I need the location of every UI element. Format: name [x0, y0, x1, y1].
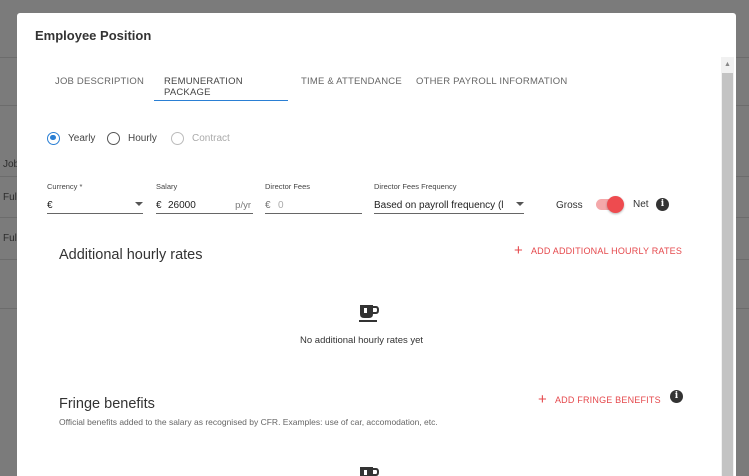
tab-label: REMUNERATION PACKAGE	[164, 76, 243, 98]
director-fees-frequency-select[interactable]: Based on payroll frequency (l	[374, 196, 524, 214]
currency-select[interactable]: €	[47, 196, 143, 214]
director-fees-frequency-value: Based on payroll frequency (l	[374, 200, 504, 211]
radio-label: Hourly	[128, 132, 157, 144]
tab-remuneration-package[interactable]: REMUNERATION PACKAGE	[154, 73, 288, 101]
gross-net-toggle-group: Gross	[556, 197, 583, 213]
radio-contract: Contract	[171, 131, 230, 145]
radio-button-icon	[107, 131, 120, 145]
net-label: Net	[633, 199, 649, 210]
radio-label: Yearly	[68, 132, 96, 144]
director-fees-placeholder: 0	[278, 200, 284, 211]
additional-hourly-rates-title: Additional hourly rates	[59, 247, 203, 263]
scrollbar-thumb[interactable]	[722, 73, 733, 476]
salary-value: 26000	[168, 200, 196, 211]
salary-currency-prefix: €	[156, 200, 162, 211]
info-icon[interactable]: i	[670, 390, 683, 403]
coffee-cup-icon	[360, 467, 380, 476]
salary-label: Salary	[156, 182, 178, 191]
radio-yearly[interactable]: Yearly	[47, 131, 95, 145]
radio-label: Contract	[192, 132, 230, 144]
add-fringe-benefits-button[interactable]: + ADD FRINGE BENEFITS	[538, 391, 661, 408]
radio-hourly[interactable]: Hourly	[107, 131, 157, 145]
dialog-title: Employee Position	[35, 28, 152, 43]
tab-label: OTHER PAYROLL INFORMATION	[416, 76, 568, 87]
radio-button-icon	[47, 131, 60, 145]
plus-icon: +	[538, 391, 547, 408]
employee-position-dialog: Employee Position JOB DESCRIPTION REMUNE…	[17, 13, 736, 476]
tab-bar: JOB DESCRIPTION REMUNERATION PACKAGE TIM…	[17, 73, 736, 101]
vertical-scrollbar[interactable]: ▲	[721, 57, 734, 476]
radio-button-icon	[171, 131, 184, 145]
fringe-benefits-title: Fringe benefits	[59, 396, 155, 412]
no-hourly-rates-message: No additional hourly rates yet	[300, 335, 424, 346]
toggle-knob[interactable]	[607, 196, 624, 213]
tab-other-payroll-information[interactable]: OTHER PAYROLL INFORMATION	[416, 73, 567, 101]
tab-label: JOB DESCRIPTION	[55, 76, 145, 87]
plus-icon: +	[514, 242, 523, 259]
coffee-cup-icon	[359, 305, 380, 322]
director-fees-frequency-label: Director Fees Frequency	[374, 182, 457, 191]
fringe-benefits-description: Official benefits added to the salary as…	[59, 417, 438, 427]
salary-input[interactable]: € 26000 p/yr	[156, 196, 253, 214]
info-icon[interactable]: i	[656, 198, 669, 211]
scroll-up-arrow-icon[interactable]: ▲	[724, 61, 731, 68]
add-additional-hourly-rates-label: ADD ADDITIONAL HOURLY RATES	[530, 246, 683, 256]
add-additional-hourly-rates-button[interactable]: + ADD ADDITIONAL HOURLY RATES	[514, 242, 683, 259]
add-fringe-benefits-label: ADD FRINGE BENEFITS	[554, 395, 661, 405]
salary-unit-suffix: p/yr	[235, 200, 251, 211]
director-fees-currency-prefix: €	[265, 200, 271, 211]
gross-label: Gross	[556, 199, 583, 211]
chevron-down-icon	[516, 202, 524, 206]
currency-label: Currency *	[47, 182, 83, 191]
tab-job-description[interactable]: JOB DESCRIPTION	[55, 73, 144, 101]
director-fees-label: Director Fees	[265, 182, 311, 191]
chevron-down-icon	[135, 202, 143, 206]
tab-time-attendance[interactable]: TIME & ATTENDANCE	[301, 73, 402, 101]
currency-value: €	[47, 200, 53, 211]
tab-label: TIME & ATTENDANCE	[301, 76, 402, 87]
director-fees-input[interactable]: € 0	[265, 196, 362, 214]
